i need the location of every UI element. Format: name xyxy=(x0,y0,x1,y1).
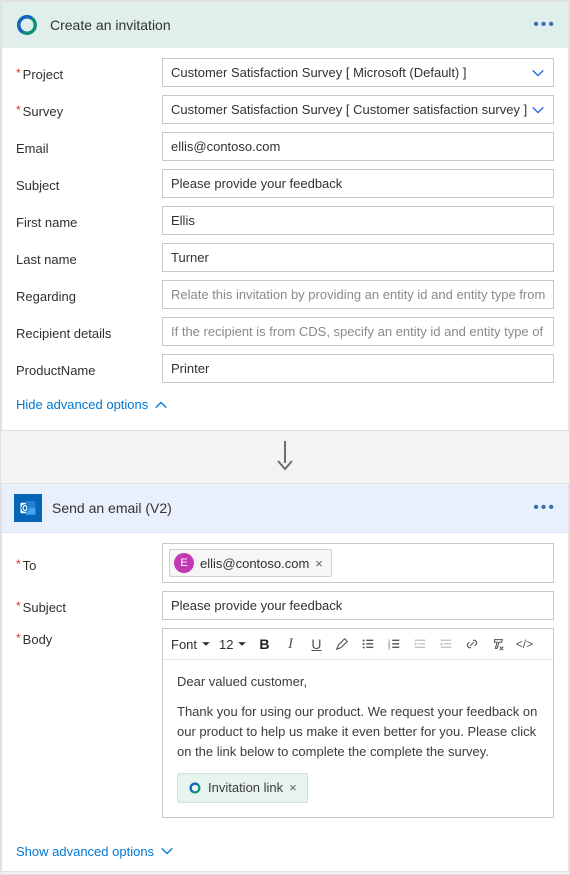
show-advanced-label: Show advanced options xyxy=(16,844,154,859)
bullets-button[interactable] xyxy=(357,633,379,655)
required-marker: * xyxy=(16,599,21,613)
lastname-input[interactable] xyxy=(162,243,554,272)
fontsize-select[interactable]: 12 xyxy=(217,634,249,655)
to-label: To xyxy=(23,558,37,573)
email-subject-input[interactable] xyxy=(162,591,554,620)
email-header: Send an email (V2) ••• xyxy=(2,484,568,533)
customer-voice-icon xyxy=(14,12,40,38)
survey-label: Survey xyxy=(23,104,63,119)
to-recipient-value: ellis@contoso.com xyxy=(200,556,309,571)
subject-input[interactable] xyxy=(162,169,554,198)
survey-dropdown[interactable]: Customer Satisfaction Survey [ Customer … xyxy=(162,95,554,124)
regarding-label: Regarding xyxy=(16,289,76,304)
to-field[interactable]: E ellis@contoso.com × xyxy=(162,543,554,583)
body-editor: Font 12 B I U xyxy=(162,628,554,818)
chevron-down-icon xyxy=(531,66,545,80)
productname-label: ProductName xyxy=(16,363,95,378)
body-content[interactable]: Dear valued customer, Thank you for usin… xyxy=(163,660,553,817)
invitation-body: *Project Customer Satisfaction Survey [ … xyxy=(2,48,568,430)
chevron-down-icon xyxy=(160,844,174,858)
font-select[interactable]: Font xyxy=(169,634,213,655)
invitation-title: Create an invitation xyxy=(50,17,523,33)
email-input[interactable] xyxy=(162,132,554,161)
required-marker: * xyxy=(16,103,21,117)
email-title: Send an email (V2) xyxy=(52,500,523,516)
recipient-label: Recipient details xyxy=(16,326,111,341)
project-value: Customer Satisfaction Survey [ Microsoft… xyxy=(171,65,466,80)
body-paragraph: Thank you for using our product. We requ… xyxy=(177,702,539,762)
body-greeting: Dear valued customer, xyxy=(177,672,539,692)
project-label: Project xyxy=(23,67,63,82)
regarding-input[interactable] xyxy=(162,280,554,309)
remove-token-button[interactable]: × xyxy=(289,778,297,798)
body-label: Body xyxy=(23,632,53,647)
bold-button[interactable]: B xyxy=(253,633,275,655)
required-marker: * xyxy=(16,66,21,80)
project-dropdown[interactable]: Customer Satisfaction Survey [ Microsoft… xyxy=(162,58,554,87)
required-marker: * xyxy=(16,631,21,645)
subject-label: Subject xyxy=(16,178,59,193)
clear-format-button[interactable] xyxy=(487,633,509,655)
email-more-button[interactable]: ••• xyxy=(533,500,556,516)
chevron-down-icon xyxy=(531,103,545,117)
productname-input[interactable] xyxy=(162,354,554,383)
invitation-header: Create an invitation ••• xyxy=(2,2,568,48)
survey-value: Customer Satisfaction Survey [ Customer … xyxy=(171,102,527,117)
code-view-button[interactable]: </> xyxy=(513,633,535,655)
pencil-icon[interactable] xyxy=(331,633,353,655)
flow-connector-section: Send an email (V2) ••• *To E ellis@conto… xyxy=(1,431,569,874)
show-advanced-link[interactable]: Show advanced options xyxy=(2,832,568,871)
avatar: E xyxy=(174,553,194,573)
lastname-label: Last name xyxy=(16,252,77,267)
underline-button[interactable]: U xyxy=(305,633,327,655)
invitation-card: Create an invitation ••• *Project Custom… xyxy=(1,1,569,431)
italic-button[interactable]: I xyxy=(279,633,301,655)
outdent-button[interactable] xyxy=(409,633,431,655)
email-subject-label: Subject xyxy=(23,600,66,615)
email-body-section: *To E ellis@contoso.com × *Subject xyxy=(2,533,568,832)
email-label: Email xyxy=(16,141,49,156)
svg-text:3: 3 xyxy=(388,645,391,650)
flow-arrow xyxy=(1,431,569,483)
editor-toolbar: Font 12 B I U xyxy=(163,629,553,660)
invitation-link-token[interactable]: Invitation link × xyxy=(177,773,308,803)
outlook-icon xyxy=(14,494,42,522)
remove-recipient-button[interactable]: × xyxy=(315,556,323,571)
invitation-link-label: Invitation link xyxy=(208,778,283,798)
recipient-input[interactable] xyxy=(162,317,554,346)
required-marker: * xyxy=(16,557,21,571)
firstname-label: First name xyxy=(16,215,77,230)
firstname-input[interactable] xyxy=(162,206,554,235)
customer-voice-icon xyxy=(188,781,202,795)
to-recipient-chip[interactable]: E ellis@contoso.com × xyxy=(169,549,332,577)
invitation-more-button[interactable]: ••• xyxy=(533,17,556,33)
numbering-button[interactable]: 123 xyxy=(383,633,405,655)
hide-advanced-link[interactable]: Hide advanced options xyxy=(16,391,554,424)
link-button[interactable] xyxy=(461,633,483,655)
hide-advanced-label: Hide advanced options xyxy=(16,397,148,412)
indent-button[interactable] xyxy=(435,633,457,655)
email-card: Send an email (V2) ••• *To E ellis@conto… xyxy=(1,483,569,872)
chevron-up-icon xyxy=(154,398,168,412)
